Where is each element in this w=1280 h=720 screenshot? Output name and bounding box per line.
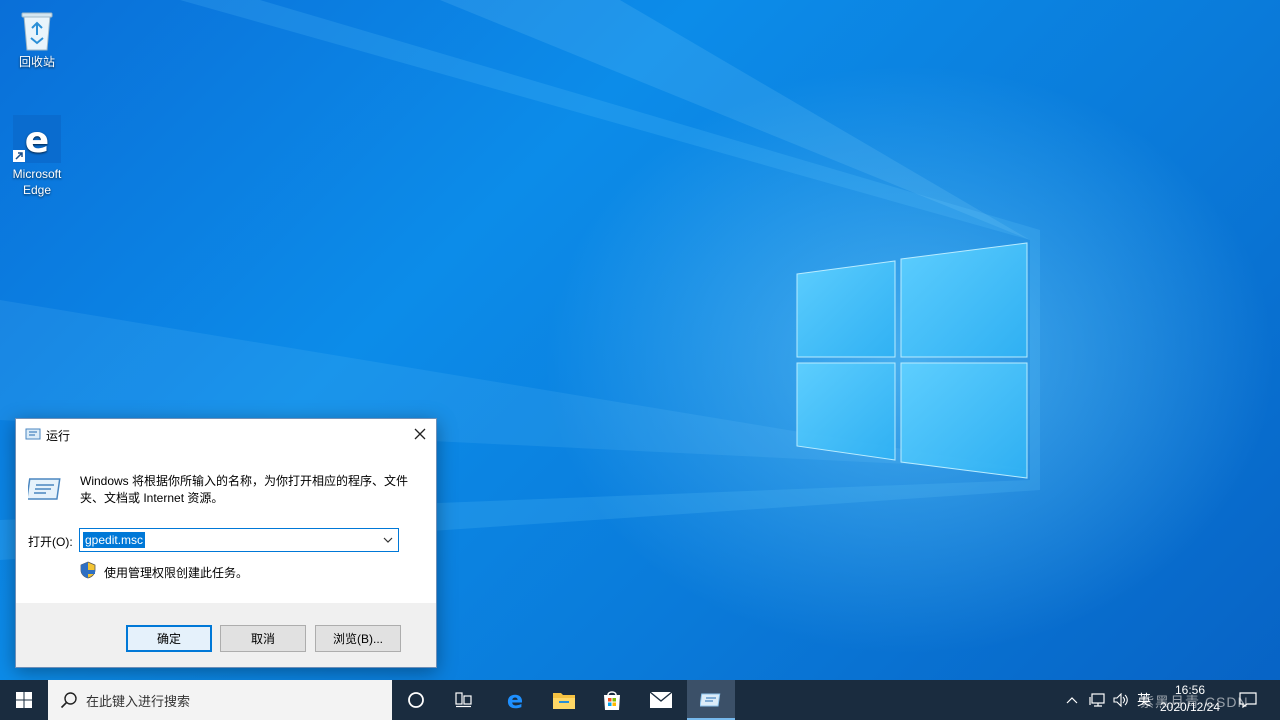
run-dialog-footer: 确定 取消 浏览(B)... [16, 603, 436, 667]
mail-icon [649, 691, 673, 708]
run-dialog-titlebar[interactable]: 运行 [16, 419, 436, 449]
taskbar-mail[interactable] [637, 680, 685, 720]
run-icon [700, 693, 721, 707]
desktop-recycle-bin[interactable]: 回收站 [0, 8, 74, 70]
recycle-bin-icon [21, 12, 53, 51]
task-view-icon [455, 692, 472, 708]
store-icon [604, 691, 620, 710]
volume-tray[interactable] [1110, 680, 1132, 720]
close-icon [414, 428, 426, 440]
taskbar-store[interactable] [588, 680, 636, 720]
open-combobox[interactable]: gpedit.msc [79, 528, 399, 552]
chevron-down-icon[interactable] [381, 533, 395, 547]
run-dialog: 运行 Windows 将根据你所输入的名称，为你打开相应的程序、文件夹、文档或 … [15, 418, 437, 668]
cortana-icon [408, 692, 424, 708]
run-description: Windows 将根据你所输入的名称，为你打开相应的程序、文件夹、文档或 Int… [80, 474, 409, 505]
edge-icon: e [13, 115, 61, 163]
recycle-bin-label: 回收站 [18, 55, 55, 69]
run-dialog-body: Windows 将根据你所输入的名称，为你打开相应的程序、文件夹、文档或 Int… [16, 449, 436, 603]
windows-start-icon [16, 692, 32, 708]
browse-button[interactable]: 浏览(B)... [315, 625, 401, 652]
search-icon [60, 692, 77, 709]
admin-privilege-text: 使用管理权限创建此任务。 [104, 566, 249, 580]
show-hidden-icons[interactable] [1062, 680, 1082, 720]
file-explorer-icon [553, 693, 575, 709]
edge-label-line2: Edge [22, 183, 52, 197]
search-placeholder: 在此键入进行搜索 [86, 693, 191, 709]
network-icon [1089, 693, 1105, 707]
cancel-button[interactable]: 取消 [220, 625, 306, 652]
taskbar-edge[interactable]: e [491, 680, 539, 720]
run-dialog-title: 运行 [46, 429, 71, 443]
volume-icon [1113, 693, 1128, 707]
run-icon [28, 478, 61, 500]
task-view-button[interactable] [440, 680, 488, 720]
uac-shield-icon [80, 561, 96, 579]
svg-text:e: e [507, 688, 523, 712]
close-button[interactable] [404, 419, 436, 449]
edge-label-line1: Microsoft [12, 167, 62, 181]
cortana-button[interactable] [392, 680, 440, 720]
chevron-up-icon [1066, 697, 1078, 704]
taskbar-file-explorer[interactable] [540, 680, 588, 720]
taskbar-search-box[interactable]: 在此键入进行搜索 [48, 680, 392, 720]
start-button[interactable] [0, 680, 48, 720]
open-input-value[interactable]: gpedit.msc [83, 532, 146, 548]
network-tray[interactable] [1086, 680, 1108, 720]
watermark: 紫黑月青 CSDN [1140, 694, 1249, 710]
run-icon [25, 428, 41, 440]
ok-button[interactable]: 确定 [126, 625, 212, 652]
taskbar-run[interactable] [687, 680, 735, 720]
edge-icon: e [507, 688, 523, 712]
svg-text:e: e [25, 120, 49, 161]
desktop-edge-shortcut[interactable]: e Microsoft Edge [0, 114, 74, 198]
open-label: 打开(O): [28, 535, 73, 549]
taskbar: 在此键入进行搜索 e 英 16:56 2020/12/24 [0, 680, 1280, 720]
